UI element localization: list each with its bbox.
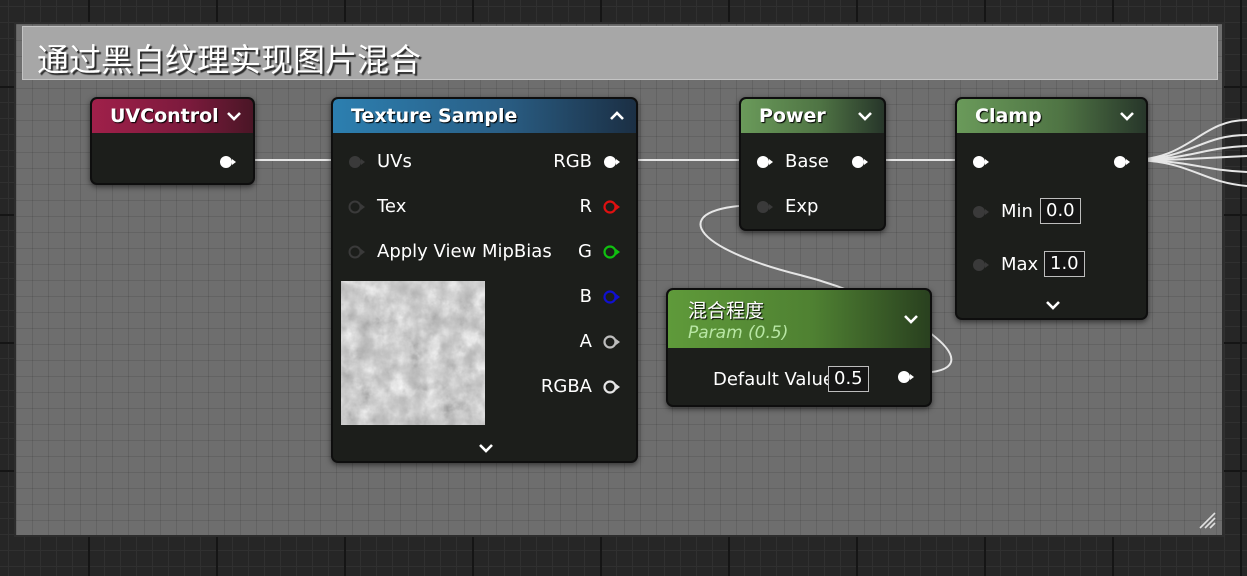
rgb-output-label: RGB (553, 151, 592, 172)
resize-grip-icon[interactable] (1198, 511, 1216, 529)
chevron-up-icon[interactable] (608, 107, 626, 125)
power-header[interactable]: Power (741, 99, 884, 133)
r-output-label: R (579, 196, 592, 217)
chevron-down-icon[interactable] (1118, 107, 1136, 125)
uvs-input-label: UVs (377, 151, 412, 172)
chevron-down-icon[interactable] (856, 107, 874, 125)
chevron-down-icon[interactable] (225, 107, 243, 125)
a-output-pin[interactable] (602, 335, 622, 349)
mipbias-input-label: Apply View MipBias (377, 241, 552, 262)
comment-title: 通过黑白纹理实现图片混合 (37, 41, 422, 79)
texture-sample-header[interactable]: Texture Sample (333, 99, 636, 133)
power-node[interactable]: Power Base Exp (739, 97, 886, 231)
g-output-pin[interactable] (602, 245, 622, 259)
chevron-down-icon[interactable] (1044, 296, 1062, 314)
uv-control-title: UVControl (110, 105, 219, 127)
clamp-title: Clamp (975, 105, 1042, 127)
clamp-header[interactable]: Clamp (957, 99, 1146, 133)
base-input-label: Base (785, 151, 829, 172)
b-output-label: B (579, 286, 592, 307)
uv-control-header[interactable]: UVControl (92, 99, 253, 133)
comment-header[interactable]: 通过黑白纹理实现图片混合 (22, 26, 1218, 80)
default-value-field[interactable]: 0.5 (828, 366, 869, 392)
chevron-down-icon[interactable] (477, 439, 495, 457)
b-output-pin[interactable] (602, 290, 622, 304)
param-header[interactable]: 混合程度 Param (0.5) (668, 290, 930, 348)
exp-input-label: Exp (785, 196, 819, 217)
param-node[interactable]: 混合程度 Param (0.5) Default Value 0.5 (666, 288, 932, 407)
tex-input-pin[interactable] (347, 200, 367, 214)
texture-sample-title: Texture Sample (351, 105, 518, 127)
rgb-output-pin[interactable] (602, 155, 622, 169)
rgba-output-label: RGBA (540, 376, 592, 397)
clamp-node[interactable]: Clamp Min 0.0 Max 1.0 (955, 97, 1148, 320)
exp-input-pin[interactable] (755, 200, 775, 214)
noise-texture-image (341, 281, 485, 425)
texture-preview (341, 281, 485, 425)
param-output-pin[interactable] (896, 370, 916, 384)
max-value-field[interactable]: 1.0 (1044, 251, 1085, 277)
clamp-output-pin[interactable] (1112, 155, 1132, 169)
max-input-pin[interactable] (971, 258, 991, 272)
rgba-output-pin[interactable] (602, 380, 622, 394)
uv-control-output-pin[interactable] (218, 155, 238, 169)
power-title: Power (759, 105, 826, 127)
min-label: Min (1001, 201, 1033, 222)
param-title: 混合程度 (688, 300, 765, 322)
r-output-pin[interactable] (602, 200, 622, 214)
chevron-down-icon[interactable] (902, 310, 920, 328)
base-input-pin[interactable] (755, 155, 775, 169)
uv-control-node[interactable]: UVControl (90, 97, 255, 185)
default-value-label: Default Value (713, 369, 834, 390)
uvs-input-pin[interactable] (347, 155, 367, 169)
a-output-label: A (579, 331, 592, 352)
power-output-pin[interactable] (850, 155, 870, 169)
mipbias-input-pin[interactable] (347, 245, 367, 259)
min-input-pin[interactable] (971, 205, 991, 219)
min-value-field[interactable]: 0.0 (1040, 198, 1081, 224)
clamp-input-pin[interactable] (971, 155, 991, 169)
param-subtitle: Param (0.5) (688, 323, 789, 343)
texture-sample-node[interactable]: Texture Sample UVs Tex Apply View MipBia… (331, 97, 638, 463)
g-output-label: G (578, 241, 592, 262)
tex-input-label: Tex (377, 196, 407, 217)
max-label: Max (1001, 254, 1039, 275)
